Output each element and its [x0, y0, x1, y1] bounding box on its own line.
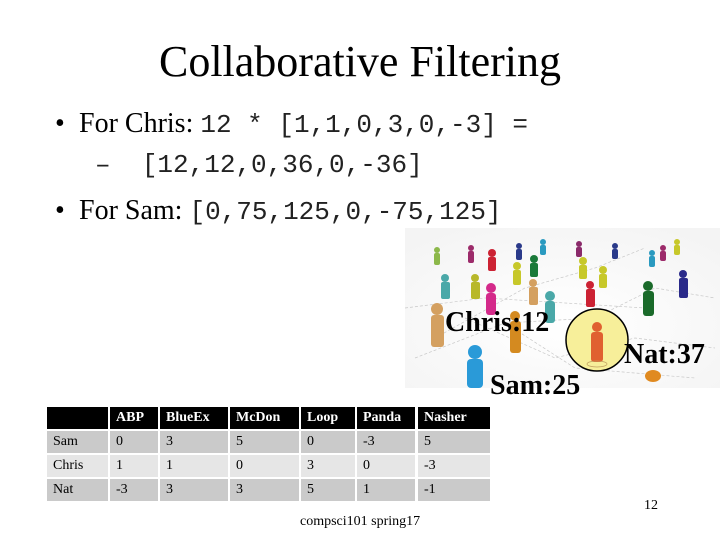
page-number: 12 — [644, 498, 658, 513]
label-nat-score: Nat:37 — [624, 339, 705, 370]
table-header-blueex: BlueEx — [160, 407, 228, 429]
sub-bullet-code: [12,12,0,36,0,-36] — [141, 150, 423, 180]
table-header-abp: ABP — [110, 407, 158, 429]
table-cell: 3 — [160, 431, 228, 453]
table-header-mcdon: McDon — [230, 407, 299, 429]
sub-bullet-dash: – — [95, 150, 111, 180]
table-cell: 3 — [230, 479, 299, 501]
nat-highlight-circle — [565, 308, 629, 372]
table-header-panda: Panda — [357, 407, 415, 429]
table-row-label: Chris — [47, 455, 108, 477]
bullet-code: 12 * [1,1,0,3,0,-3] = — [200, 110, 529, 140]
table-cell: 3 — [301, 455, 355, 477]
table-cell: 1 — [110, 455, 158, 477]
table-cell: 5 — [301, 479, 355, 501]
bullet-dot-icon: • — [55, 195, 65, 226]
table-cell: -1 — [418, 479, 490, 501]
table-cell: -3 — [110, 479, 158, 501]
table-row-label: Nat — [47, 479, 108, 501]
table-cell: 0 — [357, 455, 415, 477]
bullet-label: For Chris: — [79, 108, 201, 139]
table-row-label: Sam — [47, 431, 108, 453]
table-header-nasher: Nasher — [418, 407, 490, 429]
table-cell: 0 — [230, 455, 299, 477]
bullet-code: [0,75,125,0,-75,125] — [189, 197, 502, 227]
table-cell: 0 — [301, 431, 355, 453]
table-cell: 1 — [357, 479, 415, 501]
bullet-chris: • For Chris: 12 * [1,1,0,3,0,-3] = — [55, 107, 528, 142]
bullet-label: For Sam: — [79, 195, 190, 226]
label-sam-score: Sam:25 — [490, 370, 581, 401]
table-cell: 1 — [160, 455, 228, 477]
table-header-loop: Loop — [301, 407, 355, 429]
table-cell: -3 — [418, 455, 490, 477]
label-chris-score: Chris:12 — [445, 307, 550, 338]
bullet-sam: • For Sam: [0,75,125,0,-75,125] — [55, 194, 502, 229]
table-header-corner — [47, 407, 108, 429]
table-cell: -3 — [357, 431, 415, 453]
table-cell: 5 — [230, 431, 299, 453]
table-cell: 0 — [110, 431, 158, 453]
sub-bullet-chris-result: – [12,12,0,36,0,-36] — [95, 147, 423, 182]
footer-text: compsci101 spring17 — [300, 514, 421, 529]
table-cell: 3 — [160, 479, 228, 501]
table-cell: 5 — [418, 431, 490, 453]
slide-title: Collaborative Filtering — [158, 37, 562, 86]
bullet-dot-icon: • — [55, 108, 65, 139]
